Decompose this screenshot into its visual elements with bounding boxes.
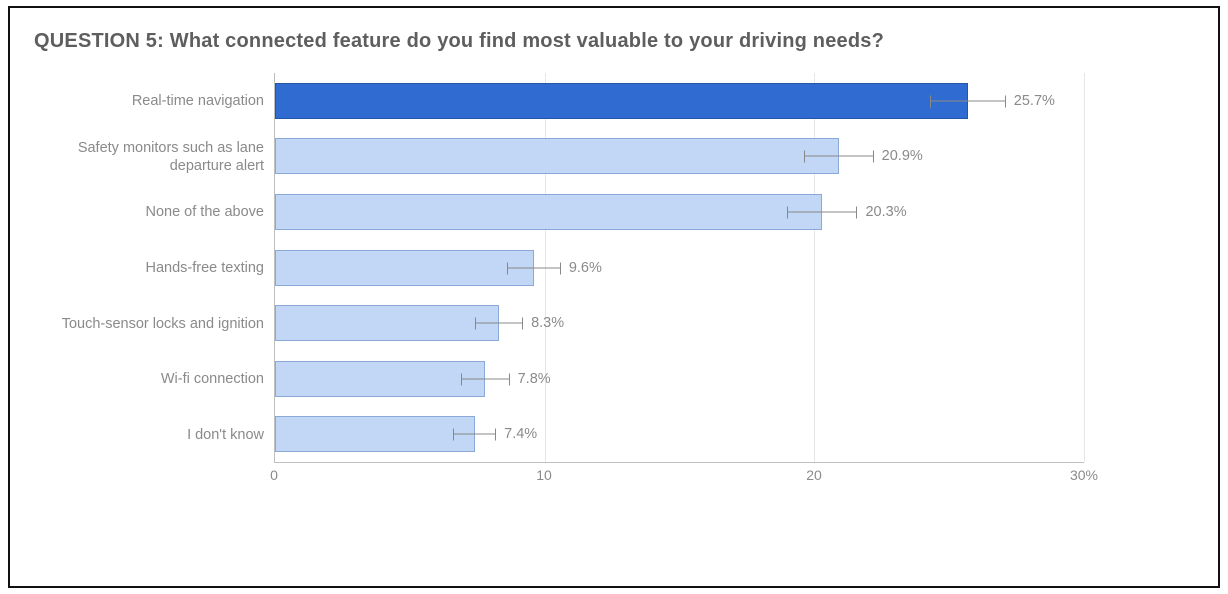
category-label: Wi-fi connection <box>54 370 264 388</box>
value-label: 25.7% <box>1014 93 1055 109</box>
value-label: 9.6% <box>569 260 602 276</box>
error-bar <box>930 100 1006 101</box>
category-label: Real-time navigation <box>54 92 264 110</box>
error-bar <box>804 156 874 157</box>
bar <box>275 194 822 230</box>
category-label: Hands-free texting <box>54 259 264 277</box>
error-bar <box>475 323 524 324</box>
value-label: 20.9% <box>882 148 923 164</box>
error-bar <box>453 434 496 435</box>
error-bar <box>507 267 561 268</box>
x-tick: 10 <box>536 467 552 483</box>
plot-area: 25.7% 20.9% 20.3% 9.6% 8.3% 7.8% 7.4% <box>274 73 1084 463</box>
bars: 25.7% 20.9% 20.3% 9.6% 8.3% 7.8% 7.4% <box>275 73 1084 462</box>
x-tick: 30% <box>1070 467 1098 483</box>
value-label: 8.3% <box>531 315 564 331</box>
bar <box>275 250 534 286</box>
chart-title: QUESTION 5: What connected feature do yo… <box>34 30 1194 53</box>
value-label: 7.8% <box>518 371 551 387</box>
error-bar <box>461 378 510 379</box>
bar <box>275 138 839 174</box>
x-tick: 20 <box>806 467 822 483</box>
error-bar <box>787 211 857 212</box>
bar <box>275 416 475 452</box>
x-axis: 0102030% <box>274 467 1084 491</box>
chart-card: QUESTION 5: What connected feature do yo… <box>8 6 1220 588</box>
bar-highlight <box>275 83 968 119</box>
value-label: 7.4% <box>504 426 537 442</box>
bar-chart: 25.7% 20.9% 20.3% 9.6% 8.3% 7.8% 7.4% 0 10 20 30%… <box>34 63 1194 523</box>
category-label: Touch-sensor locks and ignition <box>54 315 264 333</box>
gridline <box>1084 73 1085 462</box>
category-label: I don't know <box>54 426 264 444</box>
bar <box>275 305 499 341</box>
x-tick: 0 <box>270 467 278 483</box>
bar <box>275 361 485 397</box>
y-axis-labels: Real-time navigation Safety monitors such… <box>34 73 264 463</box>
category-label: None of the above <box>54 203 264 221</box>
category-label: Safety monitors such as lane departure a… <box>54 138 264 174</box>
value-label: 20.3% <box>865 204 906 220</box>
